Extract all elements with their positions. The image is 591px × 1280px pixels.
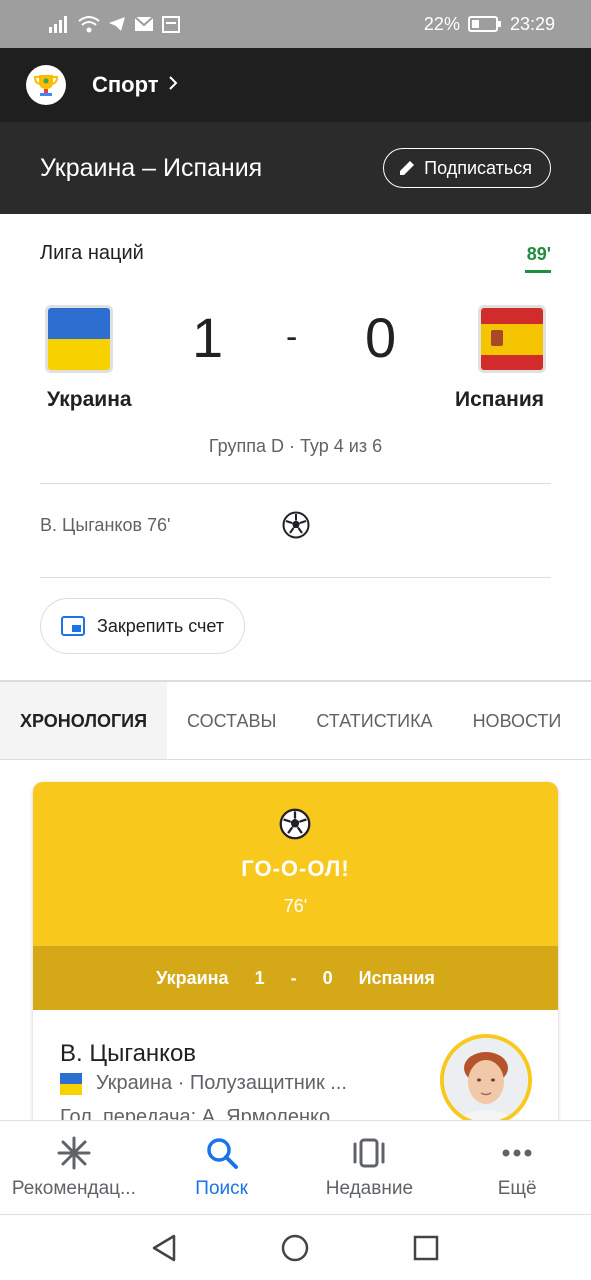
subscribe-button[interactable]: Подписаться (383, 148, 551, 188)
subscribe-label: Подписаться (424, 157, 532, 178)
back-icon[interactable] (150, 1233, 180, 1263)
wifi-icon (78, 16, 100, 33)
recent-icon (353, 1138, 385, 1167)
ukraine-flag-icon[interactable] (45, 305, 113, 373)
goal-away-team: Испания (358, 967, 435, 988)
nav-search[interactable]: Поиск (148, 1121, 296, 1214)
status-bar: 22% 23:29 (0, 0, 591, 48)
asterisk-icon (57, 1136, 91, 1169)
pin-score-button[interactable]: Закрепить счет (40, 598, 246, 654)
nav-label: Рекомендац... (11, 1177, 136, 1199)
trophy-icon (26, 65, 66, 105)
match-header: Украина – Испания Подписаться (0, 122, 591, 214)
battery-icon (467, 16, 501, 32)
home-score: 1 (192, 306, 224, 369)
player-info: Украина · Полузащитник ... (96, 1072, 347, 1094)
away-team-name[interactable]: Испания (455, 388, 544, 412)
tab-news[interactable]: НОВОСТИ (453, 682, 582, 759)
goal-card[interactable]: ГО-О-ОЛ! 76' Украина 1 - 0 Испания В. Цы… (33, 782, 558, 1132)
nav-label: Поиск (195, 1177, 248, 1199)
tab-timeline[interactable]: ХРОНОЛОГИЯ (0, 682, 168, 759)
ukraine-flag-icon (60, 1072, 82, 1095)
live-minute: 89' (526, 244, 551, 264)
tab-lineups[interactable]: СОСТАВЫ (167, 682, 296, 759)
home-team-name[interactable]: Украина (47, 388, 132, 412)
nav-label: Ещё (497, 1177, 537, 1199)
mail-icon (134, 16, 154, 31)
search-icon (206, 1137, 238, 1169)
goal-minute: 76' (283, 896, 308, 916)
league-name: Лига наций (40, 242, 144, 264)
status-icons-right: 22% 23:29 (424, 14, 555, 35)
chevron-right-icon (167, 72, 179, 98)
telegram-icon (109, 17, 125, 31)
soccer-ball-icon (279, 808, 311, 845)
group-info: Группа D · Тур 4 из 6 (208, 436, 383, 456)
live-indicator (525, 270, 551, 273)
away-score: 0 (365, 306, 397, 369)
goal-scorer: В. Цыганков 76' (40, 515, 171, 535)
goal-banner: ГО-О-ОЛ! 76' (33, 782, 558, 946)
nav-recent[interactable]: Недавние (296, 1121, 444, 1214)
goal-home-team: Украина (156, 967, 229, 988)
player-avatar (440, 1034, 532, 1126)
pin-score-label: Закрепить счет (97, 615, 225, 636)
goal-home-score: 1 (254, 967, 265, 988)
section-title[interactable]: Спорт (92, 72, 159, 98)
signal-icon (49, 16, 67, 33)
status-icons-left (48, 15, 180, 33)
more-dots-icon (502, 1149, 532, 1156)
app-screen: 22% 23:29 Спорт Украина – Испания Подпис… (0, 0, 591, 1280)
system-navigation (0, 1214, 591, 1280)
score-separator: - (286, 318, 298, 356)
divider (40, 483, 551, 484)
clock: 23:29 (509, 13, 555, 34)
match-title: Украина – Испания (40, 153, 263, 182)
nav-more[interactable]: Ещё (443, 1121, 591, 1214)
spain-flag-icon[interactable] (478, 305, 546, 373)
player-name: В. Цыганков (60, 1040, 197, 1067)
goal-score-line: Украина 1 - 0 Испания (33, 946, 558, 1010)
goal-headline: ГО-О-ОЛ! (241, 856, 350, 881)
nav-recommendations[interactable]: Рекомендац... (0, 1121, 148, 1214)
goal-score-separator: - (290, 967, 297, 988)
tab-bar: ХРОНОЛОГИЯ СОСТАВЫ СТАТИСТИКА НОВОСТИ (0, 682, 591, 760)
player-info-row: Украина · Полузащитник ... (60, 1072, 347, 1095)
nav-label: Недавние (325, 1177, 414, 1199)
home-icon[interactable] (280, 1233, 310, 1263)
calendar-icon (162, 16, 180, 33)
divider (40, 577, 551, 578)
bottom-navigation: Рекомендац... Поиск Недавние Ещё (0, 1120, 591, 1214)
soccer-ball-icon (282, 511, 310, 544)
pencil-icon (400, 161, 415, 175)
tab-stats[interactable]: СТАТИСТИКА (296, 682, 452, 759)
battery-percent: 22% (423, 13, 460, 34)
app-header[interactable]: Спорт (0, 48, 591, 122)
picture-in-picture-icon (61, 616, 85, 636)
overview-icon[interactable] (411, 1233, 441, 1263)
goal-away-score: 0 (322, 967, 333, 988)
